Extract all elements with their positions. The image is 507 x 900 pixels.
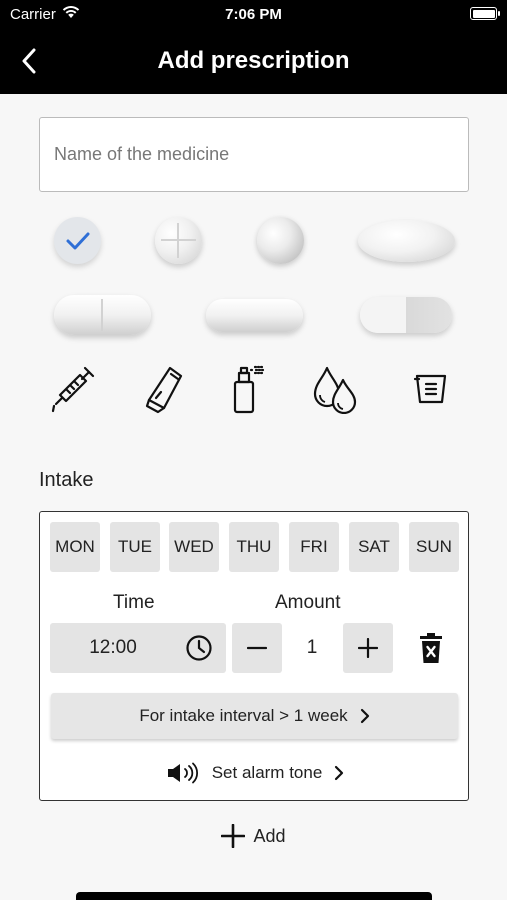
day-toggle-thu[interactable]: THU <box>229 522 279 572</box>
navigation-bar: Add prescription <box>0 28 507 94</box>
form-option-gel-sphere[interactable] <box>257 217 304 264</box>
time-value: 12:00 <box>89 637 137 658</box>
form-option-selected-check[interactable] <box>54 217 101 264</box>
day-toggle-sun[interactable]: SUN <box>409 522 459 572</box>
measuring-cup-icon[interactable] <box>410 371 452 407</box>
ointment-tube-icon[interactable] <box>143 363 187 415</box>
page-title: Add prescription <box>157 47 350 74</box>
plus-icon <box>358 638 378 658</box>
day-toggle-fri[interactable]: FRI <box>289 522 339 572</box>
plus-icon <box>221 824 246 848</box>
clock-icon <box>185 634 213 667</box>
day-toggle-tue[interactable]: TUE <box>110 522 160 572</box>
spray-icon[interactable] <box>228 363 268 415</box>
amount-value: 1 <box>306 637 318 658</box>
amount-increase-button[interactable] <box>343 623 393 673</box>
day-toggle-wed[interactable]: WED <box>169 522 219 572</box>
checkmark-icon <box>66 232 89 249</box>
chevron-right-icon <box>360 708 369 724</box>
form-option-scored-round-tablet[interactable] <box>155 217 202 264</box>
medicine-name-input[interactable] <box>39 117 469 192</box>
time-picker[interactable]: 12:00 <box>50 623 226 673</box>
trash-icon <box>420 633 442 663</box>
form-option-long-softgel[interactable] <box>206 299 303 332</box>
drops-icon[interactable] <box>311 363 359 415</box>
form-option-scored-caplet[interactable] <box>54 295 151 335</box>
intake-interval-button[interactable]: For intake interval > 1 week <box>51 693 458 739</box>
time-label: Time <box>113 592 155 613</box>
amount-decrease-button[interactable] <box>232 623 282 673</box>
syringe-icon[interactable] <box>48 363 98 415</box>
minus-icon <box>247 646 267 650</box>
status-bar: Carrier 7:06 PM <box>0 0 507 28</box>
speaker-icon <box>167 762 198 784</box>
form-option-oval-tablet[interactable] <box>358 220 455 262</box>
status-time: 7:06 PM <box>225 6 282 23</box>
intake-interval-label: For intake interval > 1 week <box>139 706 348 725</box>
delete-intake-button[interactable] <box>416 630 446 666</box>
alarm-tone-label: Set alarm tone <box>211 763 323 782</box>
day-toggle-mon[interactable]: MON <box>50 522 100 572</box>
form-option-capsule[interactable] <box>360 297 452 333</box>
battery-icon <box>470 7 500 20</box>
day-toggle-sat[interactable]: SAT <box>349 522 399 572</box>
intake-panel: MON TUE WED THU FRI SAT SUN Time Amount … <box>39 511 469 801</box>
intake-label: Intake <box>39 469 94 491</box>
alarm-tone-row[interactable]: Set alarm tone <box>40 762 470 784</box>
amount-label: Amount <box>275 592 341 613</box>
home-indicator <box>76 892 432 900</box>
chevron-right-icon <box>335 765 344 781</box>
add-label: Add <box>253 825 286 846</box>
add-intake-button[interactable]: Add <box>0 824 507 848</box>
